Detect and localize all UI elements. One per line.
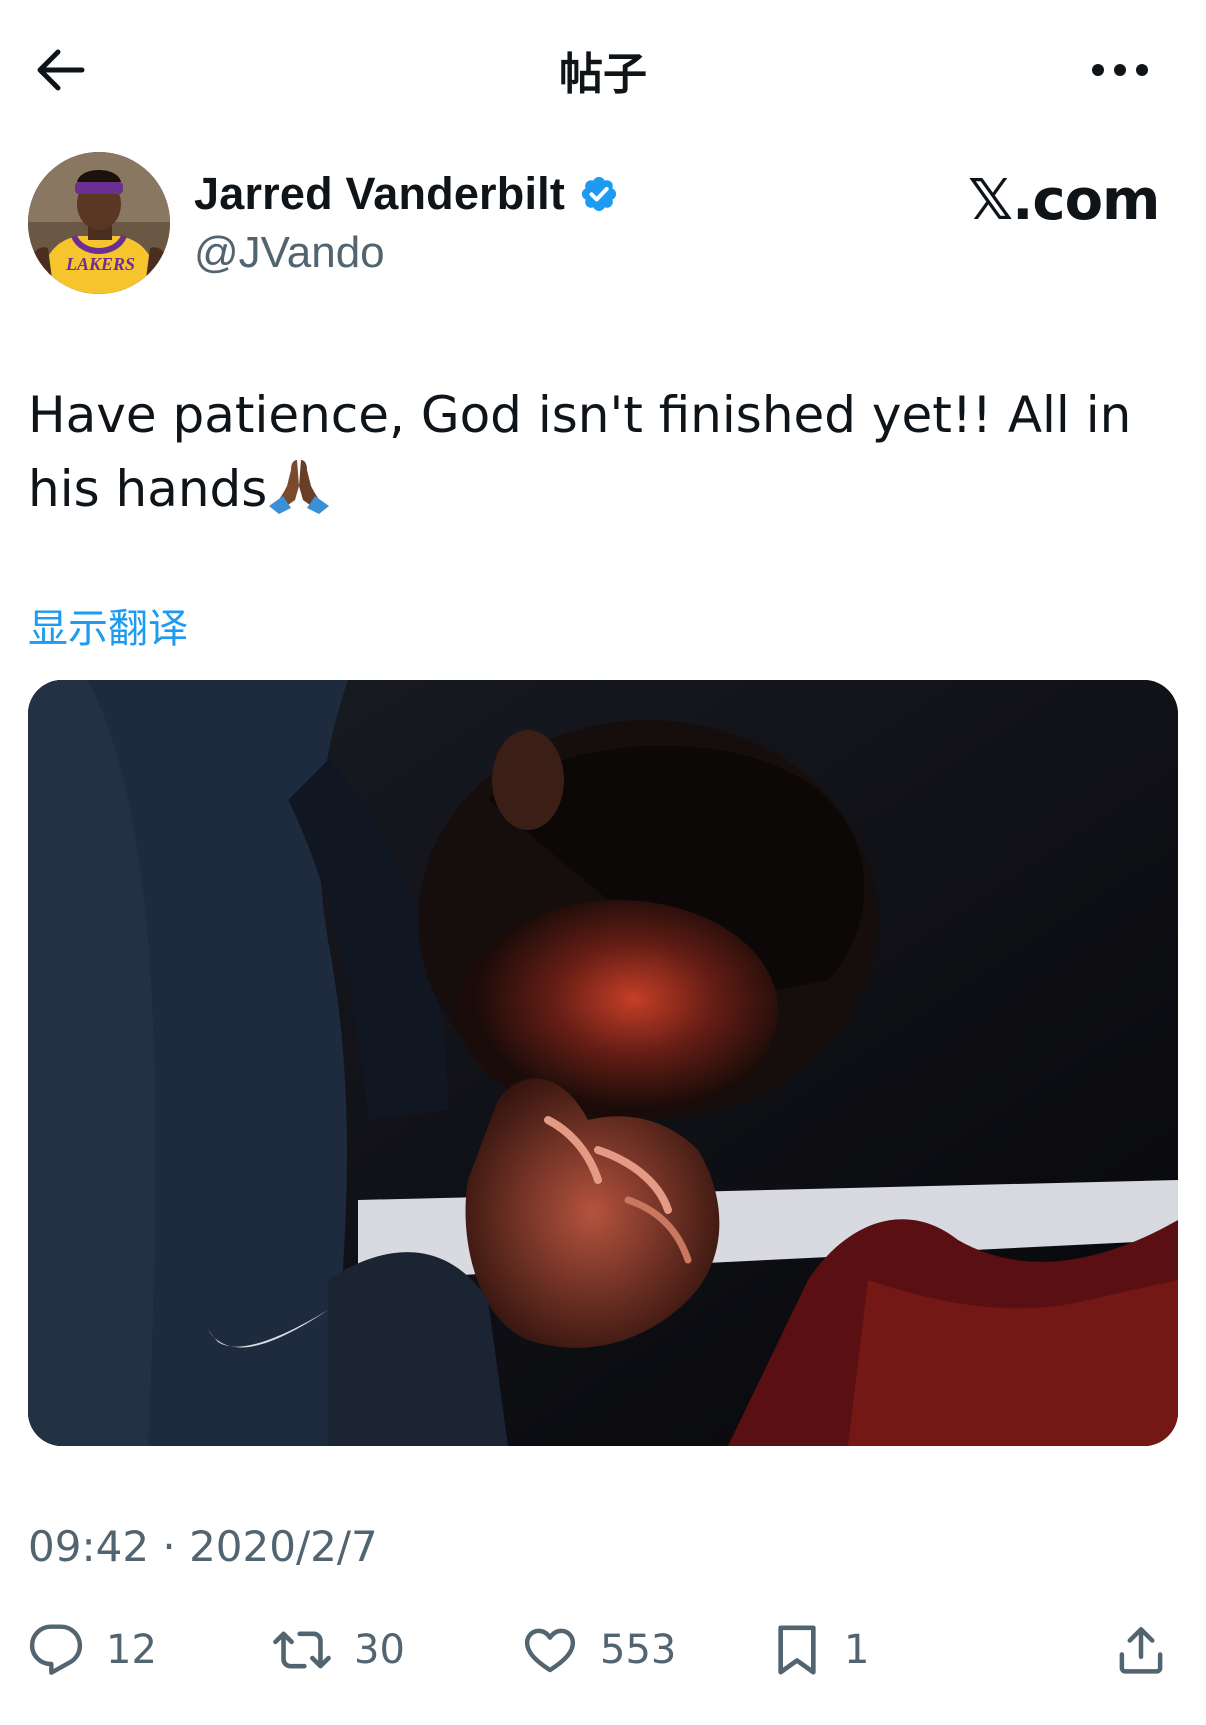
bookmark-count: 1 <box>844 1627 870 1673</box>
tweet-text: Have patience, God isn't finished yet!! … <box>28 378 1178 534</box>
like-button[interactable]: 553 <box>522 1610 676 1690</box>
repost-icon <box>273 1631 331 1669</box>
more-button[interactable] <box>1080 40 1160 100</box>
bookmark-icon <box>778 1625 816 1675</box>
reply-count: 12 <box>106 1627 157 1673</box>
author-handle[interactable]: @JVando <box>194 228 385 278</box>
tweet-timestamp[interactable]: 09:42 · 2020/2/7 <box>28 1522 378 1571</box>
watermark-logo: 𝕏.com <box>968 168 1160 233</box>
author-avatar[interactable]: LAKERS <box>28 152 170 294</box>
top-bar: 帖子 <box>0 0 1206 130</box>
action-bar: 12 30 553 1 <box>0 1610 1206 1700</box>
reply-button[interactable]: 12 <box>28 1610 157 1690</box>
verified-badge-icon <box>579 174 619 214</box>
repost-button[interactable]: 30 <box>272 1610 405 1690</box>
show-translation-link[interactable]: 显示翻译 <box>28 596 188 654</box>
share-button[interactable] <box>1114 1610 1168 1690</box>
reply-icon <box>29 1624 83 1675</box>
like-count: 553 <box>600 1627 677 1673</box>
author-name-text: Jarred Vanderbilt <box>194 168 566 219</box>
page-title: 帖子 <box>559 49 647 100</box>
repost-count: 30 <box>354 1627 405 1673</box>
like-icon <box>524 1628 576 1673</box>
tweet-image[interactable] <box>28 680 1178 1446</box>
author-name[interactable]: Jarred Vanderbilt <box>194 168 619 220</box>
tweet-text-body: Have patience, God isn't finished yet!! … <box>28 386 1132 518</box>
bookmark-button[interactable]: 1 <box>772 1610 869 1690</box>
svg-text:LAKERS: LAKERS <box>65 254 135 274</box>
folded-hands-emoji-icon <box>269 456 330 534</box>
more-icon <box>1092 64 1148 76</box>
share-icon <box>1119 1627 1163 1674</box>
